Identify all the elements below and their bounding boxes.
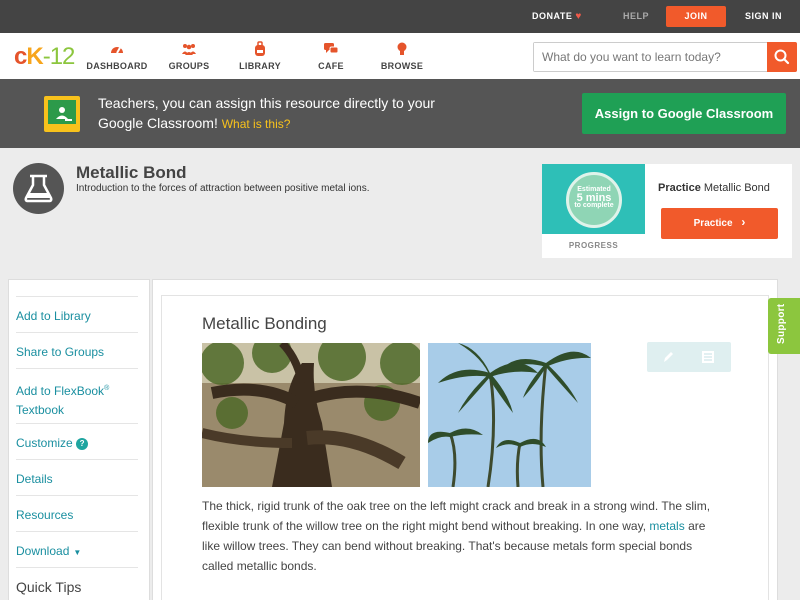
notes-icon[interactable] (701, 350, 715, 364)
join-button[interactable]: JOIN (666, 6, 726, 27)
practice-title: Practice Metallic Bond (658, 182, 770, 194)
annotation-toolbar (647, 342, 731, 372)
chemistry-flask-icon (13, 163, 64, 214)
donate-link[interactable]: DONATE ♥ (532, 0, 582, 33)
top-bar: DONATE ♥ HELP JOIN SIGN IN (0, 0, 800, 33)
sidebar-item-add-to-library[interactable]: Add to Library (16, 296, 138, 326)
sidebar-item-details[interactable]: Details (16, 459, 138, 489)
assign-to-google-classroom-button[interactable]: Assign to Google Classroom (582, 93, 786, 134)
estimated-time-badge: Estimated 5 mins to complete (566, 172, 622, 228)
lesson-title: Metallic Bonding (202, 314, 327, 333)
palm-tree-image (428, 343, 591, 487)
chevron-right-icon: › (741, 215, 746, 229)
nav-cafe[interactable]: CAFE (296, 41, 366, 71)
browse-lightbulb-icon (397, 42, 407, 55)
sidebar-item-resources[interactable]: Resources (16, 495, 138, 525)
what-is-this-link[interactable]: What is this? (222, 117, 291, 131)
oak-tree-image (202, 343, 420, 487)
practice-estimate-panel: Estimated 5 mins to complete (542, 164, 645, 234)
help-link[interactable]: HELP (623, 0, 649, 33)
sidebar-item-add-to-flexbook[interactable]: Add to FlexBook® Textbook (16, 368, 138, 420)
progress-label: PROGRESS (568, 241, 619, 250)
main-nav: cK-12 DASHBOARD GROUPS LIBRARY CAFE BROW… (0, 33, 800, 79)
pencil-icon[interactable] (661, 350, 675, 364)
banner-message: Teachers, you can assign this resource d… (98, 95, 435, 131)
dashboard-gauge-icon (111, 47, 123, 54)
nav-dashboard[interactable]: DASHBOARD (82, 41, 152, 71)
caret-down-icon: ▼ (73, 548, 82, 557)
search-button[interactable] (767, 42, 797, 72)
ck12-logo[interactable]: cK-12 (14, 43, 75, 71)
search-box (533, 42, 797, 72)
google-classroom-icon (44, 96, 80, 132)
library-backpack-icon (255, 41, 265, 56)
concept-description: Introduction to the forces of attraction… (76, 183, 370, 194)
sign-in-link[interactable]: SIGN IN (745, 0, 782, 33)
cafe-chat-icon (324, 43, 339, 54)
sidebar-item-download[interactable]: Download ▼ (16, 531, 138, 562)
metals-link[interactable]: metals (649, 519, 684, 533)
nav-browse[interactable]: BROWSE (367, 41, 437, 71)
lesson-paragraph: The thick, rigid trunk of the oak tree o… (202, 499, 711, 573)
practice-button[interactable]: Practice › (661, 208, 778, 239)
search-icon (774, 49, 790, 65)
practice-card: Estimated 5 mins to complete PROGRESS Pr… (542, 164, 792, 258)
nav-library[interactable]: LIBRARY (225, 41, 295, 71)
nav-groups[interactable]: GROUPS (154, 41, 224, 71)
search-input[interactable] (534, 43, 768, 71)
sidebar-item-customize[interactable]: Customize ? (16, 423, 138, 453)
concept-title: Metallic Bond (76, 163, 187, 182)
heart-icon: ♥ (575, 11, 582, 22)
sidebar-item-share-to-groups[interactable]: Share to Groups (16, 332, 138, 362)
sidebar-quick-tips[interactable]: Quick Tips (16, 567, 138, 597)
support-tab[interactable]: Support (768, 298, 800, 354)
help-question-icon[interactable]: ? (76, 437, 89, 450)
groups-people-icon (182, 44, 196, 55)
